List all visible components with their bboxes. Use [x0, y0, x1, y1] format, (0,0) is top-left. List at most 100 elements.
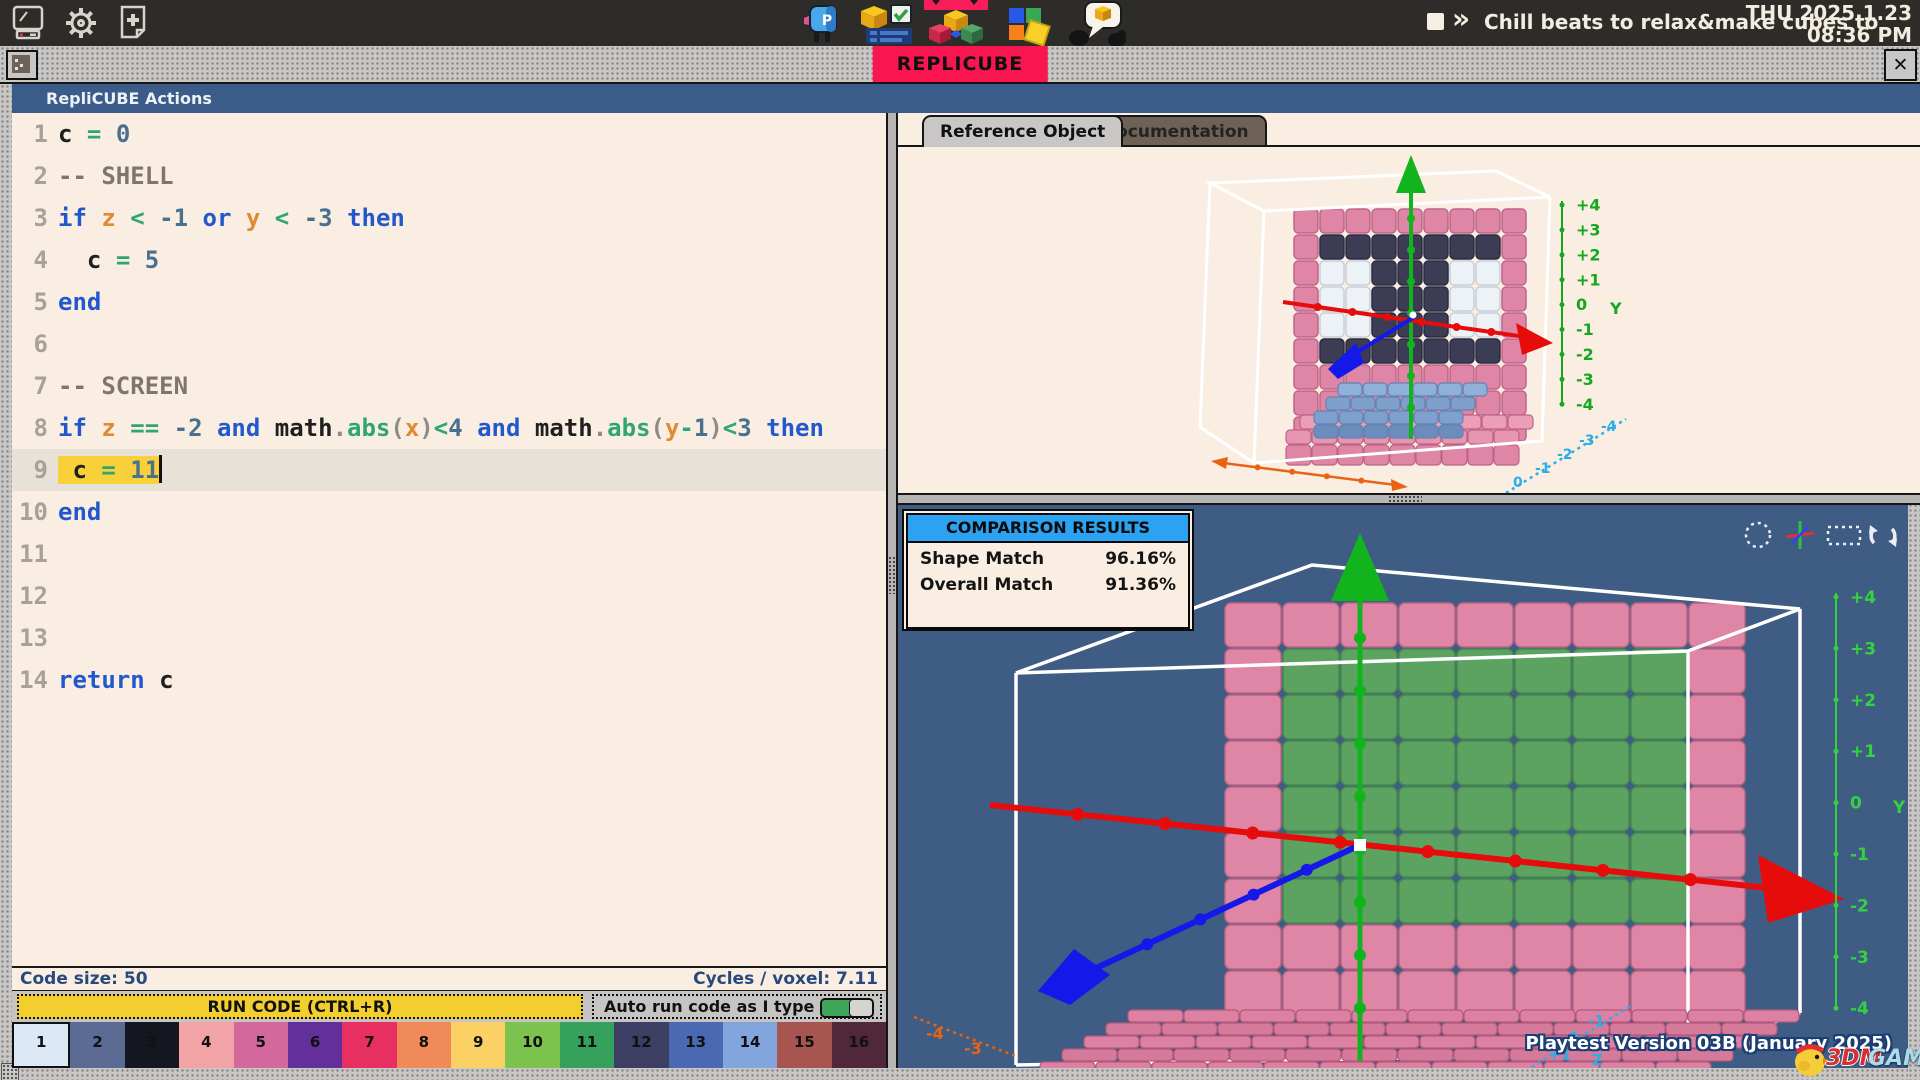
- axes-icon[interactable]: [1786, 521, 1814, 549]
- svg-text:-1: -1: [1588, 1012, 1605, 1030]
- gear-icon[interactable]: [62, 4, 102, 44]
- code-line-10[interactable]: 10end: [12, 491, 886, 533]
- reference-3d-view[interactable]: +4+3+2+10-1-2-3-4Y-4-20-1-2-3-4: [898, 147, 1920, 493]
- close-button[interactable]: ✕: [1884, 49, 1917, 81]
- palette-color-2[interactable]: 2: [70, 1022, 124, 1068]
- svg-text:-2: -2: [1576, 345, 1594, 364]
- code-line-5[interactable]: 5end: [12, 281, 886, 323]
- svg-text:0: 0: [1513, 475, 1523, 491]
- shape-match-value: 96.16%: [1105, 549, 1176, 569]
- vertical-splitter-grip[interactable]: [888, 556, 896, 594]
- editor-button-row: RUN CODE (CTRL+R) Auto run code as I typ…: [12, 990, 886, 1022]
- mailbox-icon[interactable]: P: [798, 2, 842, 46]
- panel-title: RepliCUBE Actions: [46, 89, 212, 108]
- orbit-icon[interactable]: [1746, 523, 1770, 547]
- color-palette: 12345678910111213141516: [12, 1022, 886, 1068]
- reference-panel: Reference Object Documentation +4+3+2+10…: [898, 113, 1920, 493]
- svg-text:+2: +2: [1576, 245, 1601, 264]
- svg-text:0: 0: [1576, 295, 1587, 314]
- frame-icon[interactable]: [1828, 527, 1860, 544]
- music-next-icon[interactable]: »: [1452, 2, 1470, 35]
- svg-text:-4: -4: [1850, 999, 1869, 1019]
- svg-text:-4: -4: [1601, 419, 1617, 435]
- palette-color-4[interactable]: 4: [179, 1022, 233, 1068]
- window-frame-bottom[interactable]: [0, 1068, 1920, 1080]
- reset-view-icon[interactable]: [1869, 525, 1897, 547]
- palette-color-5[interactable]: 5: [234, 1022, 288, 1068]
- svg-text:0: 0: [1850, 794, 1862, 814]
- robot-bubble-icon[interactable]: [1065, 0, 1135, 46]
- code-line-4[interactable]: 4 c = 5: [12, 239, 886, 281]
- tab-reference-object[interactable]: Reference Object: [922, 115, 1123, 147]
- result-panel: +4+3+2+10-1-2-3-4Y-4-3+10-1Z COMPARISON …: [898, 505, 1908, 1068]
- watermark-game: GAME: [1868, 1046, 1920, 1071]
- palette-color-7[interactable]: 7: [342, 1022, 396, 1068]
- os-topbar: P: [0, 0, 1920, 46]
- svg-text:Y: Y: [1609, 299, 1622, 318]
- text-cursor: [159, 455, 162, 483]
- comparison-title: COMPARISON RESULTS: [908, 515, 1188, 543]
- svg-text:+3: +3: [1850, 639, 1876, 659]
- window-menu-icon[interactable]: [6, 50, 38, 80]
- palette-color-3[interactable]: 3: [125, 1022, 179, 1068]
- code-line-13[interactable]: 13: [12, 617, 886, 659]
- comparison-results-box: COMPARISON RESULTS Shape Match 96.16% Ov…: [902, 509, 1194, 631]
- palette-color-10[interactable]: 10: [505, 1022, 559, 1068]
- palette-color-9[interactable]: 9: [451, 1022, 505, 1068]
- svg-text:+2: +2: [1850, 691, 1876, 711]
- clock-time: 08:36 PM: [1746, 24, 1912, 46]
- code-editor[interactable]: 1c = 02-- SHELL3if z < -1 or y < -3 then…: [12, 113, 886, 966]
- replicube-app: P: [0, 0, 1920, 1080]
- run-code-button[interactable]: RUN CODE (CTRL+R): [17, 994, 583, 1019]
- horizontal-splitter-grip[interactable]: [1388, 495, 1422, 503]
- svg-text:+4: +4: [1576, 196, 1601, 215]
- code-line-3[interactable]: 3if z < -1 or y < -3 then: [12, 197, 886, 239]
- clock: THU 2025.1.23 08:36 PM: [1746, 2, 1912, 46]
- svg-text:-3: -3: [1850, 948, 1869, 968]
- reference-tabrow: Reference Object Documentation: [898, 115, 1920, 147]
- code-line-1[interactable]: 1c = 0: [12, 113, 886, 155]
- code-line-6[interactable]: 6: [12, 323, 886, 365]
- overall-match-value: 91.36%: [1105, 575, 1176, 595]
- autorun-toggle[interactable]: [820, 998, 874, 1018]
- svg-text:-1: -1: [1850, 845, 1869, 865]
- app-tab-replicube[interactable]: REPLICUBE: [873, 46, 1048, 82]
- cube-checklist-icon[interactable]: [858, 2, 916, 46]
- code-line-11[interactable]: 11: [12, 533, 886, 575]
- code-line-7[interactable]: 7-- SCREEN: [12, 365, 886, 407]
- palette-color-12[interactable]: 12: [614, 1022, 668, 1068]
- shape-match-row: Shape Match 96.16%: [908, 543, 1188, 569]
- code-line-9[interactable]: 9 c = 11: [12, 449, 886, 491]
- code-line-8[interactable]: 8if z == -2 and math.abs(x)<4 and math.a…: [12, 407, 886, 449]
- palette-color-8[interactable]: 8: [397, 1022, 451, 1068]
- window-frame-right[interactable]: [1908, 493, 1920, 1080]
- window-frame-left[interactable]: [0, 84, 12, 1080]
- palette-color-13[interactable]: 13: [669, 1022, 723, 1068]
- svg-text:+4: +4: [1850, 588, 1876, 608]
- cycles-label: Cycles / voxel: 7.11: [693, 968, 878, 990]
- code-line-12[interactable]: 12: [12, 575, 886, 617]
- music-stop-icon[interactable]: [1427, 13, 1444, 30]
- palette-color-6[interactable]: 6: [288, 1022, 342, 1068]
- svg-text:-3: -3: [1579, 433, 1595, 449]
- overall-match-label: Overall Match: [920, 575, 1053, 595]
- palette-color-15[interactable]: 15: [777, 1022, 831, 1068]
- palette-color-14[interactable]: 14: [723, 1022, 777, 1068]
- svg-text:+3: +3: [1576, 221, 1601, 240]
- cubes-banner-icon[interactable]: [922, 0, 992, 46]
- new-file-icon[interactable]: [114, 4, 154, 44]
- svg-text:-1: -1: [1535, 461, 1551, 477]
- editor-statusbar: Code size: 50 Cycles / voxel: 7.11: [12, 966, 886, 990]
- svg-text:-4: -4: [1576, 395, 1594, 414]
- code-line-2[interactable]: 2-- SHELL: [12, 155, 886, 197]
- autorun-panel[interactable]: Auto run code as I type: [592, 994, 882, 1019]
- palette-color-1[interactable]: 1: [12, 1022, 70, 1068]
- palette-color-11[interactable]: 11: [560, 1022, 614, 1068]
- panel-header: RepliCUBE Actions: [12, 84, 1920, 113]
- monitor-icon[interactable]: [10, 4, 50, 44]
- code-line-14[interactable]: 14return c: [12, 659, 886, 701]
- svg-text:-2: -2: [1850, 896, 1869, 916]
- palette-color-16[interactable]: 16: [832, 1022, 886, 1068]
- color-grid-icon[interactable]: [1005, 6, 1059, 46]
- svg-text:-2: -2: [1557, 447, 1573, 463]
